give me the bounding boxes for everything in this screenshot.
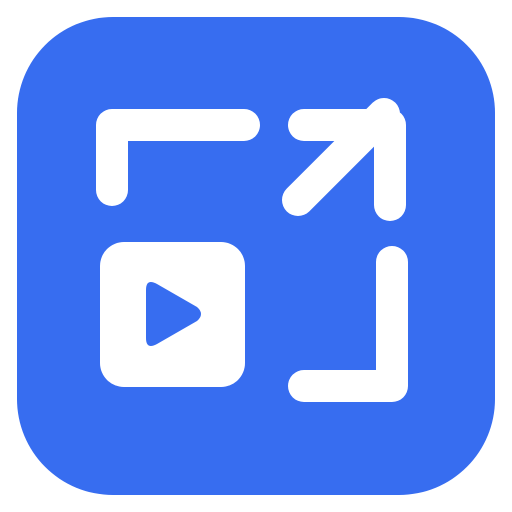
top-left-corner-bracket: [96, 109, 260, 206]
video-tile: [100, 242, 245, 387]
bottom-right-corner-bracket: [288, 246, 408, 402]
expand-arrow-icon: [282, 98, 406, 221]
video-expand-icon: [96, 98, 408, 402]
